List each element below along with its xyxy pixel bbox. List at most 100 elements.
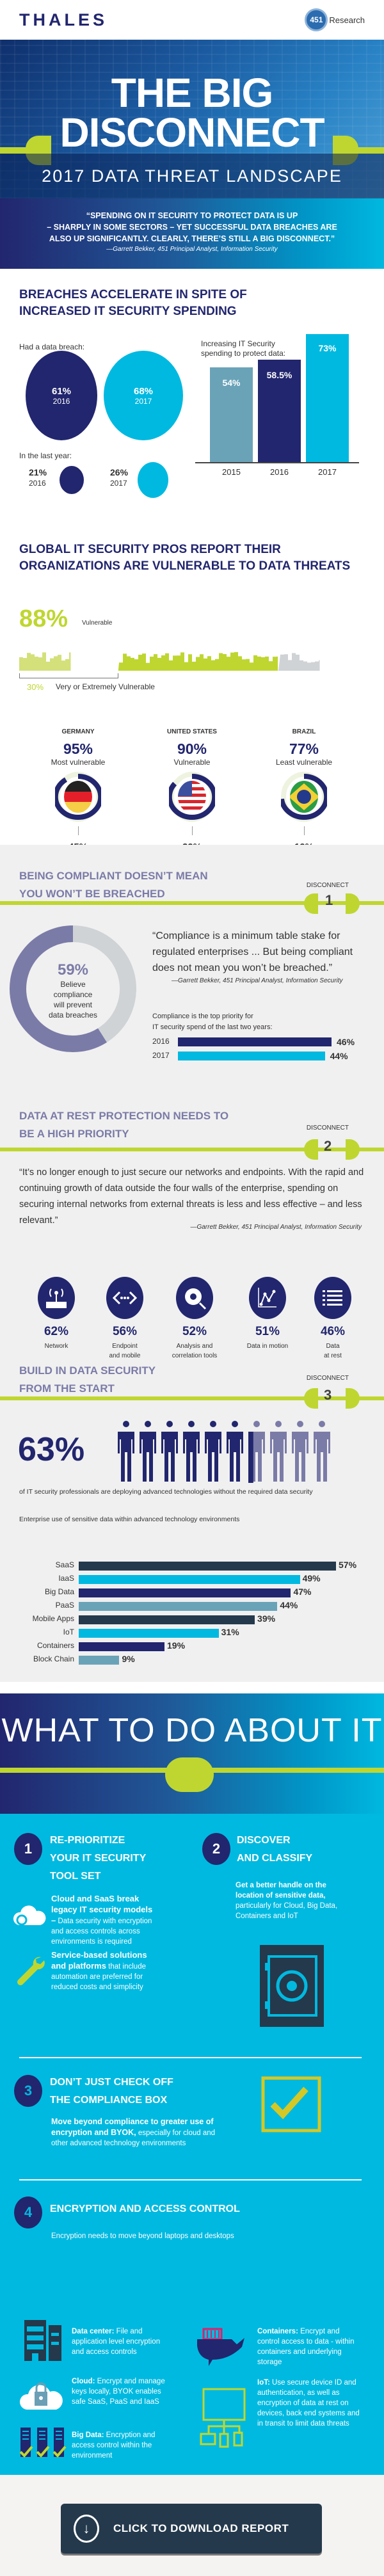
protection-stat-value: 56% xyxy=(112,1325,138,1338)
breach-2017-year: 2017 xyxy=(134,396,152,406)
protection-stat-value: 62% xyxy=(44,1325,69,1338)
intro-quote-line: “SPENDING ON IT SECURITY TO PROTECT DATA… xyxy=(86,211,298,220)
intro-quote-line: ALSO UP SIGNIFICANTLY. CLEARLY, THERE’S … xyxy=(49,234,335,243)
protection-stat-label: Data in motion xyxy=(246,1343,289,1350)
person-icon xyxy=(314,1421,330,1482)
list-icon xyxy=(314,1277,351,1319)
thales-logo[interactable]: THALES xyxy=(19,10,108,30)
spending-bar: 58.5% xyxy=(258,359,301,462)
tech-category-label: Block Chain xyxy=(33,1654,74,1663)
country-desc: Least vulnerable xyxy=(275,758,333,767)
checkbox-icon xyxy=(261,2076,321,2132)
container-whale-icon xyxy=(197,2328,244,2366)
step3-badge: 3 xyxy=(14,2075,42,2107)
disconnect2-title-line2: BE A HIGH PRIORITY xyxy=(19,1128,129,1140)
protection-stat-label: and mobile xyxy=(109,1352,141,1359)
tech-bar-value: 57% xyxy=(339,1560,357,1570)
line-chart-icon xyxy=(249,1277,286,1319)
breach-2017-value: 68% xyxy=(133,385,154,397)
step4-badge: 4 xyxy=(14,2196,42,2228)
protection-stat: 46% Data at rest xyxy=(301,1277,365,1361)
tech-bar-value: 19% xyxy=(167,1640,186,1651)
what-to-do-title: WHAT TO DO ABOUT IT xyxy=(1,1712,383,1749)
disconnect1-plug-right-icon xyxy=(346,893,360,914)
step2-title-line: AND CLASSIFY xyxy=(237,1853,313,1864)
disconnect2-plug-right-icon xyxy=(346,1139,360,1160)
cloud-label: Cloud: xyxy=(72,2378,95,2385)
very-vulnerable-bracket xyxy=(19,673,118,678)
usa-flag-icon xyxy=(166,771,218,822)
disconnect1-number: 1 xyxy=(325,892,333,908)
router-icon xyxy=(38,1277,75,1319)
donut-text: Believe compliance will prevent data breach… xyxy=(41,979,105,1020)
disconnect3-number: 3 xyxy=(324,1387,332,1403)
download-report-label: CLICK TO DOWNLOAD REPORT xyxy=(113,2522,289,2534)
person-icon xyxy=(118,1421,134,1482)
protection-stat: 56% Endpoint and mobile xyxy=(93,1277,157,1361)
breaches-title: BREACHES ACCELERATE IN SPITE OF INCREASED… xyxy=(19,287,247,320)
donut-text-line: Believe xyxy=(60,980,86,989)
breach-circle-2016: 61% 2016 xyxy=(26,351,97,440)
protection-stat-label: Analysis and xyxy=(176,1343,213,1350)
country-usa: UNITED STATES90%Vulnerable29%Very or Ext… xyxy=(144,728,240,861)
connected-plug-icon xyxy=(165,1757,214,1792)
vulnerable-title: GLOBAL IT SECURITY PROS REPORT THEIR ORGA… xyxy=(19,541,350,575)
vulnerable-title-line1: GLOBAL IT SECURITY PROS REPORT THEIR xyxy=(19,543,281,556)
step1-item1-text: Data security with encryption and access… xyxy=(51,1917,152,1946)
person-icon xyxy=(248,1421,265,1483)
tech-bar xyxy=(79,1629,219,1638)
priority-bar xyxy=(178,1052,325,1060)
donut-text-line: compliance xyxy=(53,990,93,999)
451-research-logo[interactable]: 451 Research xyxy=(305,8,365,31)
hero-title-line2: DISCONNECT xyxy=(60,109,324,156)
disconnect3-title: BUILD IN DATA SECURITY FROM THE START xyxy=(19,1362,156,1398)
big-data-text: Big Data: Encryption and access control … xyxy=(72,2430,174,2461)
disconnect1-title-line2: YOU WON’T BE BREACHED xyxy=(19,888,165,900)
wrench-icon xyxy=(17,1956,45,1985)
protection-stat-label: Network xyxy=(44,1343,68,1350)
protection-stat-label: Endpoint xyxy=(112,1343,138,1350)
protection-stat: 51% Data in motion xyxy=(236,1277,300,1351)
country-desc: Vulnerable xyxy=(173,758,211,767)
tech-bar xyxy=(79,1642,164,1651)
country-desc: Most vulnerable xyxy=(51,758,106,767)
donut-center: 59% Believe compliance will prevent data br… xyxy=(41,961,105,1020)
tech-chart-area: SaaS 57% IaaS 49% Big Data 47% PaaS 44% Mobile A… xyxy=(0,1554,384,1682)
country-name: BRAZIL xyxy=(292,728,316,735)
step4-subtitle: Encryption needs to move beyond laptops … xyxy=(51,2232,234,2240)
step-divider xyxy=(19,2057,362,2058)
spending-year-label: 2017 xyxy=(318,467,337,477)
brazil-flag-icon xyxy=(278,771,330,822)
disconnect1-label: DISCONNECT xyxy=(306,882,349,889)
donut-value: 59% xyxy=(57,961,89,979)
top-bar: THALES 451 Research xyxy=(0,0,384,40)
vulnerable-section: GLOBAL IT SECURITY PROS REPORT THEIR ORGA… xyxy=(0,486,384,861)
tech-category-label: IaaS xyxy=(58,1574,74,1583)
data-center-label: Data center: xyxy=(72,2328,115,2335)
very-vulnerable-label: Very or Extremely Vulnerable xyxy=(56,682,155,691)
spending-label-line2: spending to protect data: xyxy=(201,349,286,358)
step3-title: DON’T JUST CHECK OFF THE COMPLIANCE BOX xyxy=(50,2074,173,2109)
priority-label: Compliance is the top priority for IT sec… xyxy=(152,1011,273,1033)
connector-line xyxy=(303,826,305,835)
building-icon xyxy=(24,2320,61,2361)
disconnect2-number: 2 xyxy=(324,1138,332,1154)
spending-bar: 54% xyxy=(210,367,253,462)
tech-bar-value: 44% xyxy=(280,1600,298,1610)
intro-quote-line: – SHARPLY IN SOME SECTORS – YET SUCCESSF… xyxy=(47,223,337,232)
spending-label: Increasing IT Security spending to protec… xyxy=(201,339,285,358)
protection-stat: 52% Analysis and correlation tools xyxy=(163,1277,227,1361)
step3-text: Move beyond compliance to greater use of… xyxy=(51,2116,230,2148)
tech-category-label: PaaS xyxy=(55,1601,74,1610)
iot-desc: Use secure device ID and authentication,… xyxy=(257,2379,360,2428)
tech-bar xyxy=(79,1656,120,1665)
data-center-text: Data center: File and application level … xyxy=(72,2326,174,2357)
tech-bar xyxy=(79,1575,300,1584)
step1-title-line: YOUR IT SECURITY xyxy=(50,1853,147,1864)
disconnects-section: BEING COMPLIANT DOESN’T MEAN YOU WON’T BE… xyxy=(0,845,384,1555)
connector-line xyxy=(77,826,79,835)
country-value: 77% xyxy=(289,740,319,757)
hero-banner: THE BIG DISCONNECT 2017 DATA THREAT LANDS… xyxy=(0,40,384,198)
download-report-button[interactable]: ↓ CLICK TO DOWNLOAD REPORT xyxy=(61,2504,322,2554)
step1-item2: Service-based solutions and platforms th… xyxy=(51,1950,154,1992)
